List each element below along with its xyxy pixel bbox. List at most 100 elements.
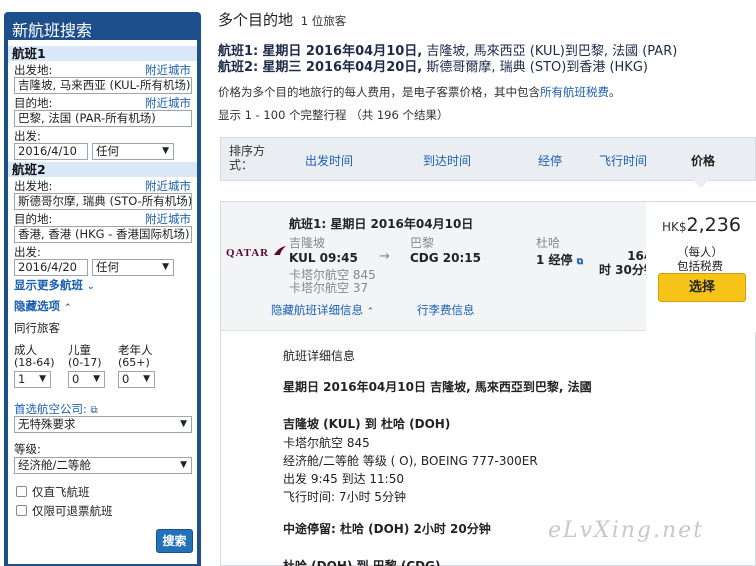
flight1-time-select[interactable]: 任何 ▼ [92, 143, 174, 160]
site-watermark: eLvXing.net [548, 518, 705, 543]
chevron-down-icon: ▼ [180, 460, 187, 470]
preferred-airline-text: 首选航空公司: [14, 402, 87, 416]
taxes-link[interactable]: 所有航班税费 [540, 85, 609, 99]
airline-logo-text: QATAR [226, 247, 270, 259]
flight2-time-select[interactable]: 任何 ▼ [92, 259, 174, 276]
hide-options-link[interactable]: 隐藏选项 ⌃ [14, 298, 72, 314]
result-flight-title: 航班1: 星期日 2016年04月10日 [289, 217, 474, 231]
flight1-to-input[interactable]: 巴黎, 法国 (PAR-所有机场) [14, 110, 192, 127]
origin-time: KUL 09:45 [289, 251, 358, 265]
origin-city: 吉隆坡 [289, 236, 326, 250]
select-flight-button[interactable]: 选择 [658, 273, 746, 302]
qatar-airways-logo: QATAR [226, 245, 286, 261]
flight2-from-input[interactable]: 斯德哥尔摩, 瑞典 (STO-所有机场) [14, 193, 192, 210]
chevron-down-icon: ▼ [93, 374, 100, 384]
price-note: 价格为多个目的地旅行的每人费用，是电子客票价格，其中包含所有航班税费。 [218, 84, 621, 100]
details-heading: 航班详细信息 [283, 349, 356, 363]
preferred-airline-select[interactable]: 无特殊要求 ▼ [14, 416, 192, 433]
stopover-city: 杜哈 [536, 236, 561, 250]
price: HK$2,236 [662, 214, 741, 236]
results-count: 显示 1 - 100 个完整行程 （共 196 个结果） [218, 108, 449, 122]
search-form: 航班1 出发地: 附近城市 吉隆坡, 马来西亚 (KUL-所有机场) 目的地: … [8, 40, 197, 564]
sort-bar: 排序方式： 出发时间 到达时间 经停 飞行时间 价格 [220, 137, 756, 181]
oryx-icon [273, 246, 286, 255]
sort-stops[interactable]: 经停 [538, 152, 562, 169]
chevron-down-icon: ▼ [180, 419, 187, 429]
flight1-from-nearby-link[interactable]: 附近城市 [145, 62, 191, 78]
more-flights-link[interactable]: 显示更多航班 ⌄ [14, 277, 95, 293]
more-flights-label: 显示更多航班 [14, 278, 83, 292]
flight2-summary-label: 航班2: [218, 60, 259, 75]
arrow-right-icon: → [379, 249, 390, 264]
chevron-down-icon: ⌄ [87, 282, 95, 292]
adults-value: 1 [18, 372, 26, 386]
page-title: 多个目的地 1 位旅客 [218, 9, 346, 30]
sort-price[interactable]: 价格 [691, 152, 715, 169]
flight2-time-value: 任何 [96, 260, 119, 274]
flight2-date-label: 出发: [14, 245, 41, 259]
segment1-route: 吉隆坡 (KUL) 到 杜哈 (DOH) [283, 417, 451, 431]
class-label: 等级: [14, 442, 41, 456]
sort-label: 排序方式： [229, 144, 266, 172]
seniors-select[interactable]: 0 ▼ [118, 371, 155, 388]
flight1-to-nearby-link[interactable]: 附近城市 [145, 95, 191, 111]
stops-text: 1 经停 [536, 253, 573, 267]
nonstop-label: 仅直飞航班 [32, 485, 90, 499]
sort-arrival[interactable]: 到达时间 [423, 152, 471, 169]
chevron-up-icon: ⌃ [64, 303, 72, 313]
search-button[interactable]: 搜索 [156, 529, 193, 553]
sort-duration[interactable]: 飞行时间 [599, 152, 647, 169]
flight2-to-label: 目的地: [14, 212, 53, 226]
result-card: 航班1: 星期日 2016年04月10日 QATAR 吉隆坡 KUL 09:45… [220, 201, 756, 566]
external-link-icon: ⧉ [90, 405, 98, 416]
chevron-down-icon: ▼ [162, 262, 169, 272]
adults-range: (18-64) [14, 356, 55, 369]
flight1-time-value: 任何 [96, 144, 119, 158]
cabin-class-select[interactable]: 经济舱/二等舱 ▼ [14, 457, 192, 474]
baggage-fees-link[interactable]: 行李费信息 [417, 302, 475, 318]
preferred-airline-label[interactable]: 首选航空公司: ⧉ [14, 401, 98, 417]
flight2-summary-route: 斯德哥爾摩, 瑞典 (STO)到香港 (HKG) [426, 60, 648, 75]
sort-departure[interactable]: 出发时间 [305, 152, 353, 169]
price-currency: HK$ [662, 220, 687, 234]
flight1-from-input[interactable]: 吉隆坡, 马来西亚 (KUL-所有机场) [14, 77, 192, 94]
hide-flight-details-link[interactable]: 隐藏航班详细信息 ⌃ [271, 302, 374, 318]
flight1-to-label: 目的地: [14, 96, 53, 110]
price-note-end: 。 [609, 85, 621, 99]
stops-count[interactable]: 1 经停 ⧉ [536, 251, 583, 268]
refundable-checkbox[interactable] [16, 505, 27, 516]
price-panel: HK$2,236 （每人） 包括税费 [646, 202, 756, 332]
nonstop-checkbox[interactable] [16, 486, 27, 497]
external-link-icon: ⧉ [576, 257, 584, 267]
destination-time: CDG 20:15 [410, 251, 481, 265]
traveler-count: 1 位旅客 [300, 14, 347, 28]
adults-select[interactable]: 1 ▼ [14, 371, 51, 388]
flight1-heading: 航班1 [8, 46, 197, 61]
hide-options-label: 隐藏选项 [14, 299, 60, 313]
travelers-label: 同行旅客 [14, 321, 60, 335]
itinerary-summary: 航班1: 星期日 2016年04月10日 QATAR 吉隆坡 KUL 09:45… [221, 202, 656, 566]
flight2-heading: 航班2 [8, 162, 197, 177]
flight1-from-label: 出发地: [14, 63, 53, 77]
sidebar-title: 新航班搜索 [12, 21, 93, 40]
chevron-down-icon: ▼ [162, 146, 169, 156]
price-note-text: 价格为多个目的地旅行的每人费用，是电子客票价格，其中包含 [218, 85, 540, 99]
segment2-route: 杜哈 (DOH) 到 巴黎 (CDG) [283, 559, 441, 566]
flight2-from-label: 出发地: [14, 179, 53, 193]
chevron-up-icon: ⌃ [366, 307, 375, 317]
flight2-to-input[interactable]: 香港, 香港 (HKG - 香港国际机场) [14, 226, 192, 243]
seniors-range: (65+) [118, 356, 150, 369]
sort-active-indicator [693, 180, 709, 188]
seniors-value: 0 [122, 372, 130, 386]
cabin-class-value: 经济舱/二等舱 [18, 458, 91, 472]
flight1-date-input[interactable]: 2016/4/10 [14, 143, 88, 160]
segment1-cabin: 经济舱/二等舱 等级 ( O), BOEING 777-300ER [283, 454, 538, 468]
flight2-summary: 航班2: 星期三 2016年04月20日, 斯德哥爾摩, 瑞典 (STO)到香港… [218, 56, 648, 75]
flight2-to-nearby-link[interactable]: 附近城市 [145, 211, 191, 227]
flight2-summary-date: 星期三 2016年04月20日, [262, 60, 423, 75]
children-select[interactable]: 0 ▼ [68, 371, 105, 388]
children-value: 0 [72, 372, 80, 386]
search-sidebar: 新航班搜索 航班1 出发地: 附近城市 吉隆坡, 马来西亚 (KUL-所有机场)… [4, 12, 201, 566]
flight2-from-nearby-link[interactable]: 附近城市 [145, 178, 191, 194]
flight2-date-input[interactable]: 2016/4/20 [14, 259, 88, 276]
